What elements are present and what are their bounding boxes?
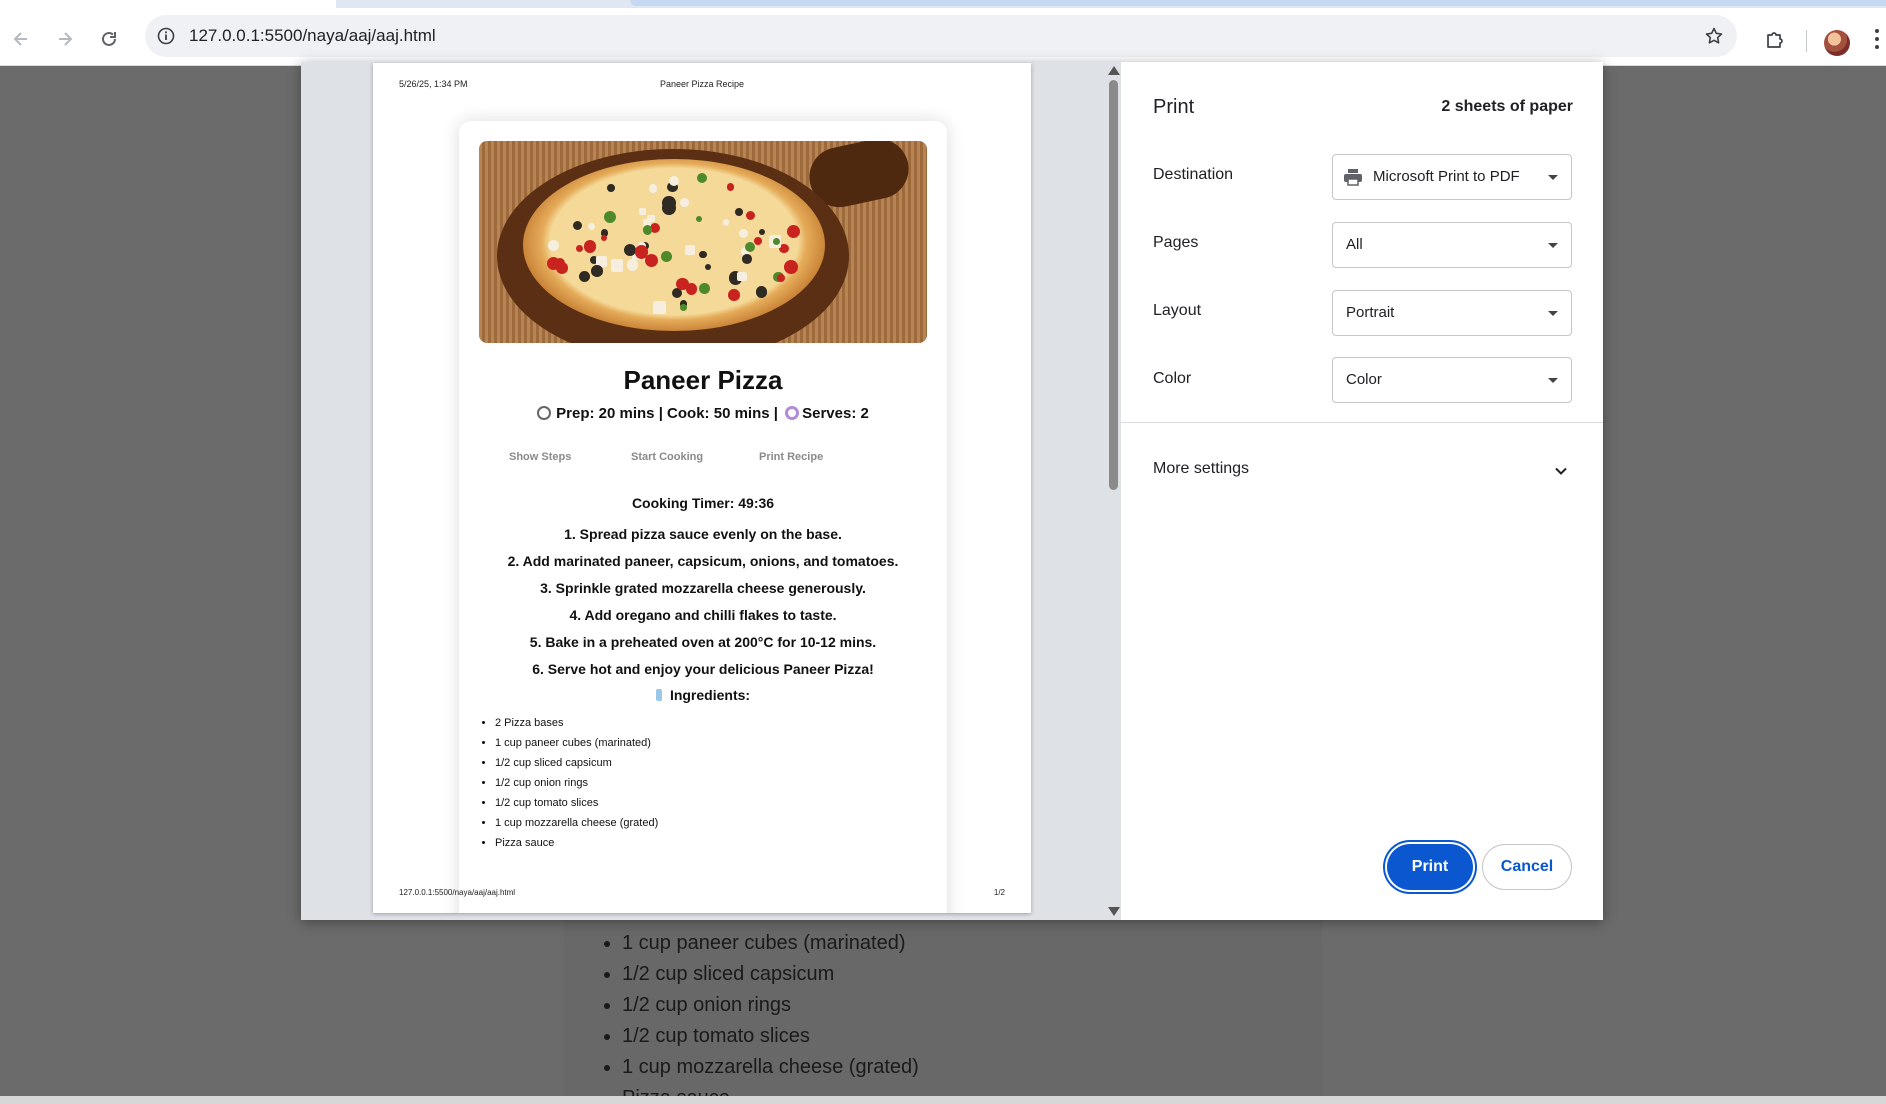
pages-label: Pages bbox=[1153, 234, 1199, 251]
start-cooking-button[interactable]: Start Cooking bbox=[631, 451, 703, 463]
recipe-meta: Prep: 20 mins | Cook: 50 mins | Serves: … bbox=[459, 405, 947, 422]
background-ingredient-list: 1 cup paneer cubes (marinated)1/2 cup sl… bbox=[622, 928, 1322, 1104]
print-dialog: 5/26/25, 1:34 PM Paneer Pizza Recipe Pan… bbox=[301, 62, 1603, 920]
star-icon bbox=[1705, 27, 1723, 44]
prep-cook-time: Prep: 20 mins | Cook: 50 mins | bbox=[556, 405, 778, 422]
recipe-card: Paneer Pizza Prep: 20 mins | Cook: 50 mi… bbox=[459, 121, 947, 913]
recipe-step: 6. Serve hot and enjoy your delicious Pa… bbox=[532, 661, 874, 677]
page-bottom-edge bbox=[0, 1096, 1886, 1104]
cancel-button[interactable]: Cancel bbox=[1482, 844, 1572, 890]
address-bar[interactable]: 127.0.0.1:5500/naya/aaj/aaj.html bbox=[145, 15, 1737, 57]
color-value: Color bbox=[1346, 371, 1382, 388]
background-ingredient-item: 1/2 cup onion rings bbox=[622, 990, 1322, 1021]
ingredient-item: 1/2 cup onion rings bbox=[495, 773, 658, 793]
print-settings-panel: Print 2 sheets of paper Destination Micr… bbox=[1121, 62, 1603, 920]
caret-down-icon bbox=[1548, 378, 1558, 383]
scrollbar-thumb[interactable] bbox=[1109, 80, 1118, 490]
ingredient-item: 1 cup mozzarella cheese (grated) bbox=[495, 813, 658, 833]
pages-select[interactable]: All bbox=[1332, 222, 1572, 268]
destination-select[interactable]: Microsoft Print to PDF bbox=[1332, 154, 1572, 200]
settings-divider bbox=[1121, 422, 1603, 423]
scroll-up-arrow-icon[interactable] bbox=[1108, 66, 1120, 75]
ingredients-heading: Ingredients: bbox=[459, 687, 947, 703]
background-ingredient-item: 1/2 cup sliced capsicum bbox=[622, 959, 1322, 990]
browser-toolbar: 127.0.0.1:5500/naya/aaj/aaj.html bbox=[0, 8, 1886, 66]
recipe-steps: 1. Spread pizza sauce evenly on the base… bbox=[459, 525, 947, 687]
toolbar-separator bbox=[1806, 30, 1807, 52]
pages-value: All bbox=[1346, 236, 1363, 253]
site-info-button[interactable] bbox=[153, 23, 179, 49]
ingredient-item: 1/2 cup sliced capsicum bbox=[495, 753, 658, 773]
serves-count: Serves: 2 bbox=[802, 405, 869, 422]
active-tab[interactable] bbox=[0, 0, 336, 8]
ingredient-item: 1/2 cup tomato slices bbox=[495, 793, 658, 813]
bookmark-button[interactable] bbox=[1701, 23, 1727, 49]
print-recipe-button[interactable]: Print Recipe bbox=[759, 451, 823, 463]
show-steps-button[interactable]: Show Steps bbox=[509, 451, 571, 463]
print-title: Print bbox=[1153, 96, 1195, 118]
printer-icon bbox=[1344, 169, 1362, 186]
back-arrow-icon bbox=[13, 32, 27, 46]
reload-icon bbox=[102, 31, 116, 46]
layout-value: Portrait bbox=[1346, 304, 1395, 321]
ingredients-list: 2 Pizza bases1 cup paneer cubes (marinat… bbox=[495, 713, 658, 853]
pizza-image bbox=[479, 141, 927, 343]
recipe-step: 2. Add marinated paneer, capsicum, onion… bbox=[507, 553, 899, 569]
tab-strip bbox=[0, 0, 1886, 8]
print-footer-url: 127.0.0.1:5500/naya/aaj/aaj.html bbox=[399, 888, 516, 897]
scroll-down-arrow-icon[interactable] bbox=[1108, 907, 1120, 916]
destination-label: Destination bbox=[1153, 166, 1234, 183]
cooking-timer: Cooking Timer: 49:36 bbox=[631, 495, 775, 511]
caret-down-icon bbox=[1548, 175, 1558, 180]
ingredient-item: 1 cup paneer cubes (marinated) bbox=[495, 733, 658, 753]
recipe-step: 4. Add oregano and chilli flakes to tast… bbox=[569, 607, 837, 623]
destination-value: Microsoft Print to PDF bbox=[1373, 168, 1520, 185]
url-text[interactable]: 127.0.0.1:5500/naya/aaj/aaj.html bbox=[189, 26, 436, 46]
print-header-title: Paneer Pizza Recipe bbox=[659, 79, 745, 89]
recipe-step: 1. Spread pizza sauce evenly on the base… bbox=[564, 526, 842, 542]
recipe-step: 3. Sprinkle grated mozzarella cheese gen… bbox=[540, 580, 866, 596]
color-label: Color bbox=[1153, 370, 1192, 387]
forward-arrow-icon bbox=[59, 32, 73, 46]
jar-icon bbox=[655, 689, 662, 701]
extensions-button[interactable] bbox=[1758, 22, 1792, 56]
chevron-down-icon bbox=[1555, 467, 1567, 475]
browser-menu-button[interactable] bbox=[1868, 24, 1886, 54]
background-ingredient-item: 1 cup mozzarella cheese (grated) bbox=[622, 1052, 1322, 1083]
recipe-title: Paneer Pizza bbox=[623, 365, 783, 395]
caret-down-icon bbox=[1548, 243, 1558, 248]
preview-page: 5/26/25, 1:34 PM Paneer Pizza Recipe Pan… bbox=[373, 63, 1031, 913]
puzzle-icon bbox=[1767, 32, 1783, 48]
more-settings-toggle[interactable] bbox=[1550, 460, 1572, 482]
background-page: 1 cup paneer cubes (marinated)1/2 cup sl… bbox=[564, 920, 1322, 1104]
layout-label: Layout bbox=[1153, 302, 1202, 319]
layout-select[interactable]: Portrait bbox=[1332, 290, 1572, 336]
recipe-step: 5. Bake in a preheated oven at 200°C for… bbox=[529, 634, 877, 650]
back-button[interactable] bbox=[4, 22, 38, 56]
print-preview-area: 5/26/25, 1:34 PM Paneer Pizza Recipe Pan… bbox=[301, 62, 1121, 920]
profile-avatar[interactable] bbox=[1824, 30, 1850, 56]
preview-scrollbar[interactable] bbox=[1106, 62, 1121, 920]
background-ingredient-item: 1/2 cup tomato slices bbox=[622, 1021, 1322, 1052]
more-settings-label[interactable]: More settings bbox=[1153, 460, 1249, 478]
ingredient-item: 2 Pizza bases bbox=[495, 713, 658, 733]
print-footer-page: 1/2 bbox=[993, 888, 1005, 897]
sheet-count: 2 sheets of paper bbox=[1441, 98, 1573, 115]
caret-down-icon bbox=[1548, 311, 1558, 316]
inactive-tab[interactable] bbox=[630, 0, 1886, 6]
color-select[interactable]: Color bbox=[1332, 357, 1572, 403]
clock-icon bbox=[537, 406, 552, 420]
info-icon bbox=[157, 27, 175, 45]
print-button[interactable]: Print bbox=[1387, 844, 1473, 890]
background-ingredient-item: 1 cup paneer cubes (marinated) bbox=[622, 928, 1322, 959]
plate-icon bbox=[785, 406, 800, 420]
reload-button[interactable] bbox=[92, 22, 126, 56]
forward-button[interactable] bbox=[48, 22, 82, 56]
ingredient-item: Pizza sauce bbox=[495, 833, 658, 853]
